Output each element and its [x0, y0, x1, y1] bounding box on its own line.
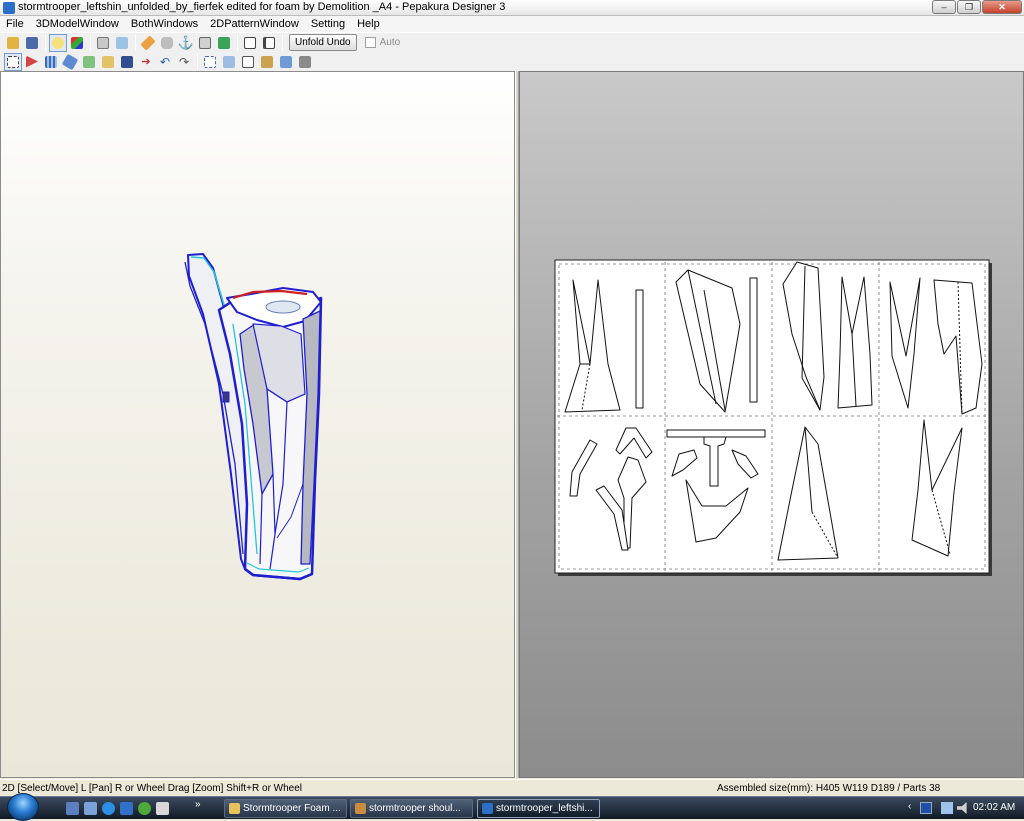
window-title: stormtrooper_leftshin_unfolded_by_fierfe…	[18, 1, 506, 13]
pepakura-file-icon	[355, 803, 366, 814]
save-icon[interactable]	[23, 34, 41, 52]
open-folder-icon[interactable]	[4, 34, 22, 52]
toolbar-separator	[135, 34, 136, 51]
menu-help[interactable]: Help	[351, 16, 386, 32]
select-move-icon[interactable]	[4, 52, 22, 71]
pencil-icon[interactable]	[139, 34, 157, 52]
lightbulb-icon[interactable]	[49, 33, 67, 52]
media-center-icon[interactable]	[156, 802, 169, 815]
taskbar-button-stormtrooper-foam[interactable]: Stormtrooper Foam ...	[224, 799, 347, 818]
taskbar-button-stormtrooper-shoulder[interactable]: stormtrooper shoul...	[350, 799, 473, 818]
taskbar-button-label: Stormtrooper Foam ...	[243, 803, 341, 814]
export-icon[interactable]	[277, 53, 295, 71]
grid-icon[interactable]	[42, 53, 60, 71]
2d-pattern-canvas[interactable]	[520, 72, 1023, 777]
language-indicator-icon[interactable]	[920, 802, 932, 814]
move-arrow-icon[interactable]: ➔	[137, 53, 155, 71]
toolbar-separator	[282, 34, 283, 51]
shin-armor-model[interactable]	[184, 253, 323, 581]
page-layout-icon[interactable]	[201, 53, 219, 71]
book-icon[interactable]	[99, 53, 117, 71]
undo-arrow-icon[interactable]: ↶	[156, 53, 174, 71]
color-cube-icon[interactable]	[68, 34, 86, 52]
3d-model-window[interactable]	[0, 71, 515, 778]
volume-muted-icon[interactable]	[957, 802, 967, 814]
windows-taskbar: » Stormtrooper Foam ... stormtrooper sho…	[0, 793, 1024, 821]
auto-checkbox[interactable]	[364, 37, 376, 48]
zoom-fit-icon[interactable]	[220, 53, 238, 71]
page-number-icon[interactable]	[239, 53, 257, 71]
toolbar-separator	[45, 34, 46, 51]
system-tray: ‹ 02:02 AM	[905, 797, 1024, 820]
wire-cube-icon[interactable]	[94, 34, 112, 52]
show-desktop-icon[interactable]	[66, 802, 79, 815]
unfold-undo-button[interactable]: Unfold Undo	[289, 34, 357, 51]
maximize-button[interactable]: ❐	[957, 0, 981, 14]
menu-setting[interactable]: Setting	[305, 16, 351, 32]
join-edge-icon[interactable]	[23, 53, 41, 71]
texture-cube-icon[interactable]	[113, 34, 131, 52]
redo-arrow-icon[interactable]: ↷	[175, 53, 193, 71]
text-edit-icon[interactable]	[118, 53, 136, 71]
utorrent-icon[interactable]	[138, 802, 151, 815]
cylinder-icon[interactable]	[158, 34, 176, 52]
edit-toolbar: ➔ ↶ ↷	[0, 52, 1024, 72]
folder-icon	[229, 803, 240, 814]
auto-checkbox-group[interactable]: Auto	[364, 37, 401, 48]
pepakura-app-icon	[3, 2, 15, 14]
auto-label: Auto	[379, 37, 401, 48]
assembled-size-text: Assembled size(mm): H405 W119 D189 / Par…	[717, 783, 941, 794]
single-window-icon[interactable]	[241, 34, 259, 52]
split-window-icon[interactable]	[260, 34, 278, 52]
status-mode-text: 2D [Select/Move] L [Pan] R or Wheel Drag…	[2, 783, 303, 794]
network-icon[interactable]	[941, 802, 953, 814]
3d-model-canvas[interactable]	[1, 72, 514, 777]
switch-windows-icon[interactable]	[84, 802, 97, 815]
flap-toggle-icon[interactable]	[80, 53, 98, 71]
flap-icon[interactable]	[196, 34, 214, 52]
unfold-icon[interactable]	[215, 34, 233, 52]
close-button[interactable]: ✕	[982, 0, 1022, 14]
main-toolbar: ⚓ Unfold Undo Auto	[0, 32, 1024, 52]
menu-bothwindows[interactable]: BothWindows	[125, 16, 204, 32]
print-preview-icon[interactable]	[258, 53, 276, 71]
quicklaunch-chevron-icon[interactable]: »	[195, 799, 201, 810]
toolbar-separator	[197, 53, 198, 70]
window-controls: – ❐ ✕	[932, 0, 1022, 14]
taskbar-clock[interactable]: 02:02 AM	[973, 802, 1015, 813]
taskbar-button-stormtrooper-leftshin[interactable]: stormtrooper_leftshi...	[477, 799, 600, 818]
menu-bar: File 3DModelWindow BothWindows 2DPattern…	[0, 16, 1024, 32]
anchor-icon[interactable]: ⚓	[177, 34, 195, 52]
taskbar-button-label: stormtrooper shoul...	[369, 803, 461, 814]
pepakura-app-icon	[482, 803, 493, 814]
status-bar: 2D [Select/Move] L [Pan] R or Wheel Drag…	[0, 779, 1024, 796]
tray-expand-icon[interactable]: ‹	[908, 801, 920, 813]
menu-2dpatternwindow[interactable]: 2DPatternWindow	[204, 16, 305, 32]
window-titlebar[interactable]: stormtrooper_leftshin_unfolded_by_fierfe…	[0, 0, 1024, 16]
toolbar-separator	[90, 34, 91, 51]
start-button[interactable]	[7, 793, 39, 821]
toolbar-separator	[237, 34, 238, 51]
printer-icon[interactable]	[296, 53, 314, 71]
adobe-icon[interactable]	[120, 802, 133, 815]
internet-explorer-icon[interactable]	[102, 802, 115, 815]
menu-3dmodelwindow[interactable]: 3DModelWindow	[30, 16, 125, 32]
taskbar-button-label: stormtrooper_leftshi...	[496, 803, 593, 814]
2d-pattern-window[interactable]	[519, 71, 1024, 778]
minimize-button[interactable]: –	[932, 0, 956, 14]
rotate-part-icon[interactable]	[61, 53, 79, 71]
menu-file[interactable]: File	[0, 16, 30, 32]
